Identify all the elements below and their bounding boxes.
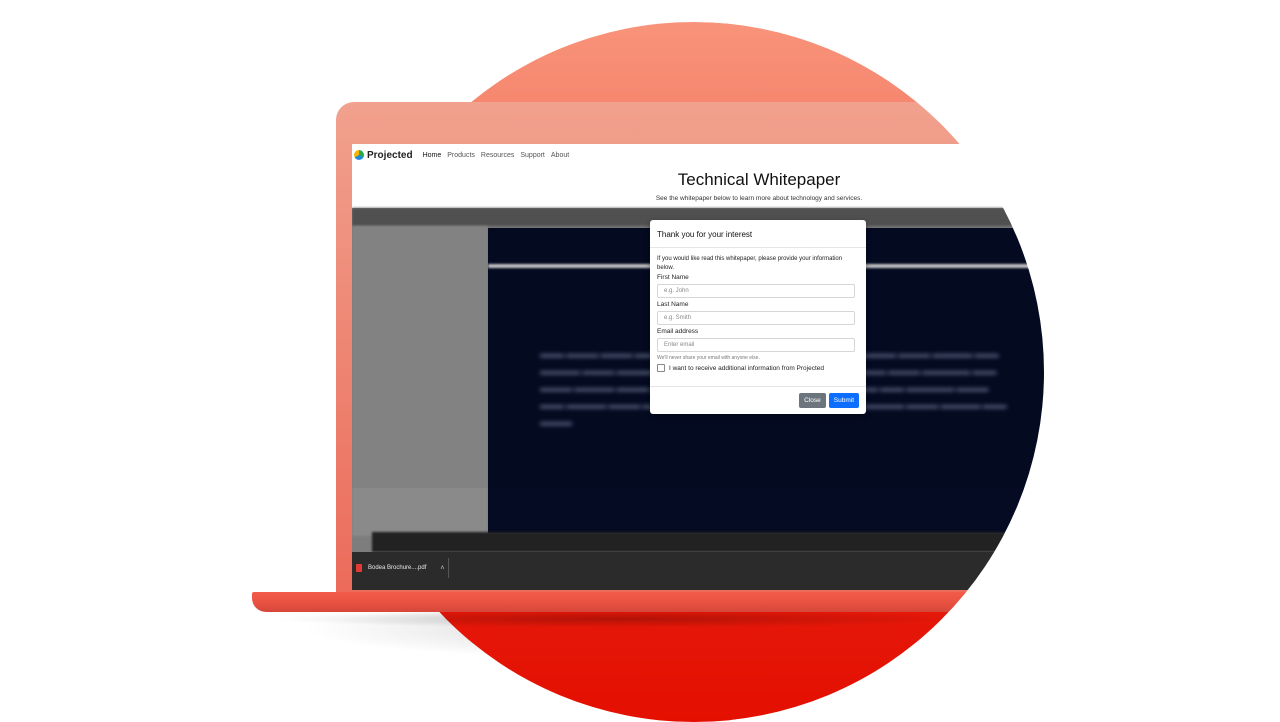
submit-button[interactable]: Submit [828,393,859,408]
navbar: Projected Home Products Resources Suppor… [352,144,1056,166]
last-name-input[interactable]: e.g. Smith [657,311,855,325]
first-name-label: First Name [657,274,689,281]
close-button[interactable]: Close [799,393,826,408]
email-help-text: We'll never share your email with anyone… [657,355,760,361]
nav-item-home[interactable]: Home [423,152,442,159]
viewer-page-controls [372,532,1056,552]
page-title: Technical Whitepaper [677,170,841,189]
page-subtitle: See the whitepaper below to learn more a… [655,195,863,202]
download-file-name: Bodea Brochure....pdf [368,565,427,571]
logo-text: Projected [367,149,413,161]
modal-title: Thank you for your interest [650,220,866,248]
nav-item-resources[interactable]: Resources [481,152,514,159]
opt-in-row: I want to receive additional information… [657,364,859,372]
email-input[interactable]: Enter email [657,338,855,352]
email-label: Email address [657,328,699,335]
chevron-up-icon[interactable]: ˄ [440,565,444,572]
download-separator [448,558,449,578]
pdf-file-icon [356,564,362,572]
laptop-screen: Projected Home Products Resources Suppor… [352,144,1056,590]
nav-item-support[interactable]: Support [520,152,545,159]
modal-footer: Close Submit [650,386,866,414]
projected-logo-icon [354,150,364,160]
download-bar: Bodea Brochure....pdf ˄ [352,552,1056,590]
opt-in-label: I want to receive additional information… [669,364,824,372]
nav-item-about[interactable]: About [551,152,569,159]
whitepaper-modal: Thank you for your interest If you would… [650,220,866,414]
nav-item-products[interactable]: Products [447,152,475,159]
laptop-lid: Projected Home Products Resources Suppor… [336,102,1056,594]
first-name-input[interactable]: e.g. John [657,284,855,298]
laptop-base [252,592,1012,612]
brand-logo[interactable]: Projected [354,150,413,161]
opt-in-checkbox[interactable] [657,364,665,372]
download-item[interactable]: Bodea Brochure....pdf ˄ [356,564,444,572]
modal-body: If you would like read this whitepaper, … [650,248,866,372]
modal-intro: If you would like read this whitepaper, … [657,256,843,271]
last-name-label: Last Name [657,301,689,308]
